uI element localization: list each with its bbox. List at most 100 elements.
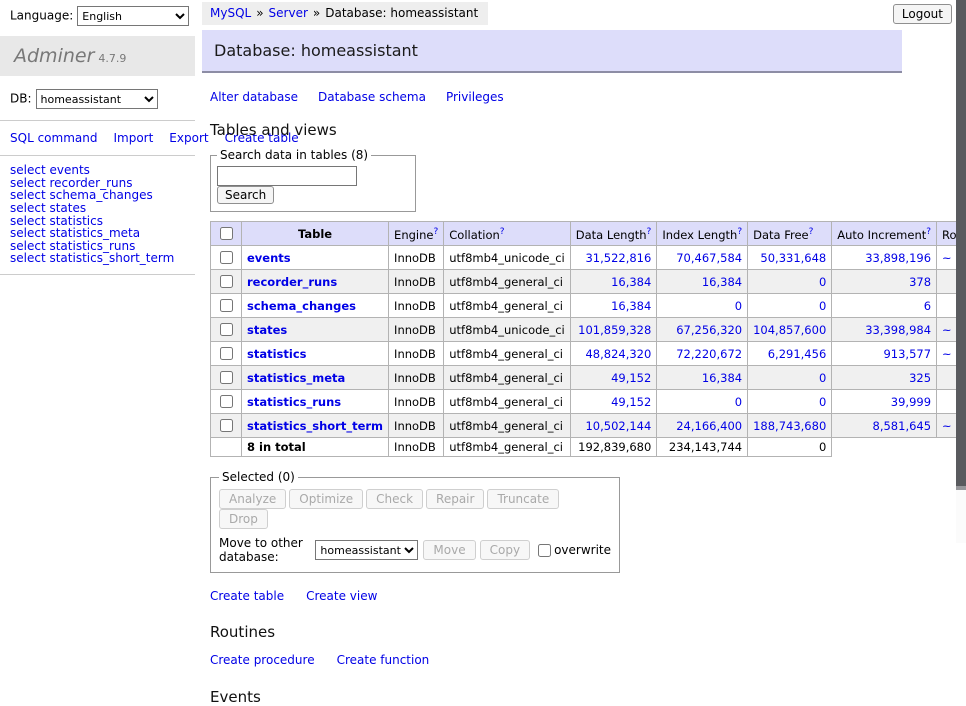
data-length-link[interactable]: 48,824,320 — [585, 347, 651, 361]
data-length-link[interactable]: 16,384 — [611, 299, 651, 313]
breadcrumb-line: MySQL»Server»Database: homeassistant — [202, 2, 902, 25]
sidebar-select-table-link[interactable]: select statistics_meta — [10, 227, 185, 240]
breadcrumb-links: MySQL»Server» — [210, 6, 325, 20]
column-header: Data Length? — [570, 222, 657, 246]
index-length-link[interactable]: 24,166,400 — [676, 419, 742, 433]
selected-fieldset: Selected (0) AnalyzeOptimizeCheckRepairT… — [210, 470, 620, 573]
database-action-link[interactable]: Privileges — [446, 90, 504, 104]
breadcrumb-link[interactable]: Server — [269, 6, 308, 20]
data-length-link[interactable]: 31,522,816 — [585, 251, 651, 265]
data-length-link[interactable]: 49,152 — [611, 395, 651, 409]
data-free-link[interactable]: 6,291,456 — [768, 347, 827, 361]
table-name-link[interactable]: recorder_runs — [247, 275, 337, 289]
column-header-label: Table — [298, 227, 332, 241]
help-link[interactable]: ? — [647, 227, 652, 237]
selected-action-button: Drop — [219, 509, 268, 529]
data-free-link[interactable]: 0 — [819, 299, 826, 313]
row-checkbox[interactable] — [220, 323, 233, 336]
auto-increment-link[interactable]: 378 — [909, 275, 931, 289]
sidebar-select-table-link[interactable]: select statistics_short_term — [10, 252, 185, 265]
help-link[interactable]: ? — [500, 227, 505, 237]
data-length-link[interactable]: 16,384 — [611, 275, 651, 289]
search-legend: Search data in tables (8) — [217, 148, 371, 162]
data-free-link[interactable]: 0 — [819, 395, 826, 409]
table-name-link[interactable]: statistics_short_term — [247, 419, 383, 433]
sidebar-table-links: select eventsselect recorder_runsselect … — [0, 156, 195, 275]
page-title: Database: homeassistant — [202, 30, 902, 73]
search-input[interactable] — [217, 166, 357, 186]
sidebar-select-table-link[interactable]: select events — [10, 164, 185, 177]
row-checkbox[interactable] — [220, 275, 233, 288]
help-link[interactable]: ? — [926, 227, 931, 237]
index-length-link[interactable]: 0 — [735, 395, 742, 409]
create-link[interactable]: Create table — [210, 589, 284, 603]
collation-cell: utf8mb4_general_ci — [444, 294, 571, 318]
routine-link[interactable]: Create function — [337, 653, 430, 667]
row-checkbox[interactable] — [220, 347, 233, 360]
auto-increment-link[interactable]: 6 — [924, 299, 931, 313]
overwrite-checkbox[interactable] — [538, 544, 551, 557]
data-free-link[interactable]: 0 — [819, 371, 826, 385]
column-header-label: Collation — [449, 227, 500, 241]
data-free-link[interactable]: 50,331,648 — [760, 251, 826, 265]
selected-action-button: Truncate — [487, 489, 559, 509]
auto-increment-link[interactable]: 39,999 — [891, 395, 931, 409]
index-length-link[interactable]: 16,384 — [702, 275, 742, 289]
sidebar-menu-link[interactable]: Import — [113, 131, 153, 145]
table-name-link[interactable]: statistics_meta — [247, 371, 345, 385]
table-name-link[interactable]: schema_changes — [247, 299, 356, 313]
column-header: Engine? — [389, 222, 444, 246]
auto-increment-link[interactable]: 33,398,984 — [865, 323, 931, 337]
data-free-link[interactable]: 188,743,680 — [753, 419, 826, 433]
breadcrumb-link[interactable]: MySQL — [210, 6, 251, 20]
data-length-link[interactable]: 10,502,144 — [585, 419, 651, 433]
index-length-link[interactable]: 16,384 — [702, 371, 742, 385]
collation-cell: utf8mb4_general_ci — [444, 390, 571, 414]
move-db-select[interactable]: homeassistant — [315, 540, 418, 560]
help-link[interactable]: ? — [433, 227, 438, 237]
table-name-link[interactable]: statistics — [247, 347, 307, 361]
column-header: Collation? — [444, 222, 571, 246]
data-length-link[interactable]: 49,152 — [611, 371, 651, 385]
database-action-link[interactable]: Alter database — [210, 90, 298, 104]
data-length-link[interactable]: 101,859,328 — [578, 323, 651, 337]
logout-button[interactable]: Logout — [893, 4, 952, 24]
language-select[interactable]: English — [77, 6, 189, 26]
help-link[interactable]: ? — [737, 227, 742, 237]
search-button[interactable]: Search — [217, 186, 274, 204]
table-name-link[interactable]: statistics_runs — [247, 395, 341, 409]
create-link[interactable]: Create view — [306, 589, 377, 603]
row-checkbox[interactable] — [220, 299, 233, 312]
sidebar-select-table-link[interactable]: select states — [10, 202, 185, 215]
index-length-link[interactable]: 72,220,672 — [676, 347, 742, 361]
total-collation-cell: utf8mb4_general_ci — [444, 438, 571, 457]
row-checkbox[interactable] — [220, 251, 233, 264]
row-checkbox[interactable] — [220, 419, 233, 432]
scrollbar[interactable] — [956, 0, 966, 543]
data-free-link[interactable]: 0 — [819, 275, 826, 289]
table-row: recorder_runs InnoDB utf8mb4_general_ci … — [211, 270, 966, 294]
db-select[interactable]: homeassistant — [36, 89, 158, 109]
auto-increment-link[interactable]: 33,898,196 — [865, 251, 931, 265]
data-free-link[interactable]: 104,857,600 — [753, 323, 826, 337]
auto-increment-link[interactable]: 8,581,645 — [873, 419, 932, 433]
row-checkbox[interactable] — [220, 395, 233, 408]
index-length-link[interactable]: 70,467,584 — [676, 251, 742, 265]
tables-table: TableEngine?Collation?Data Length?Index … — [210, 221, 966, 457]
breadcrumb-separator: » — [313, 6, 320, 20]
database-action-link[interactable]: Database schema — [318, 90, 426, 104]
scrollbar-thumb[interactable] — [956, 0, 966, 490]
column-header-label: Auto Increment — [837, 227, 926, 241]
table-name-link[interactable]: events — [247, 251, 291, 265]
help-link[interactable]: ? — [809, 227, 814, 237]
row-checkbox[interactable] — [220, 371, 233, 384]
sidebar-menu-link[interactable]: SQL command — [10, 131, 97, 145]
auto-increment-link[interactable]: 325 — [909, 371, 931, 385]
auto-increment-link[interactable]: 913,577 — [883, 347, 931, 361]
index-length-link[interactable]: 67,256,320 — [676, 323, 742, 337]
select-all-checkbox[interactable] — [220, 227, 233, 240]
index-length-link[interactable]: 0 — [735, 299, 742, 313]
table-name-link[interactable]: states — [247, 323, 287, 337]
breadcrumb: MySQL»Server»Database: homeassistant — [202, 2, 488, 25]
routine-link[interactable]: Create procedure — [210, 653, 315, 667]
